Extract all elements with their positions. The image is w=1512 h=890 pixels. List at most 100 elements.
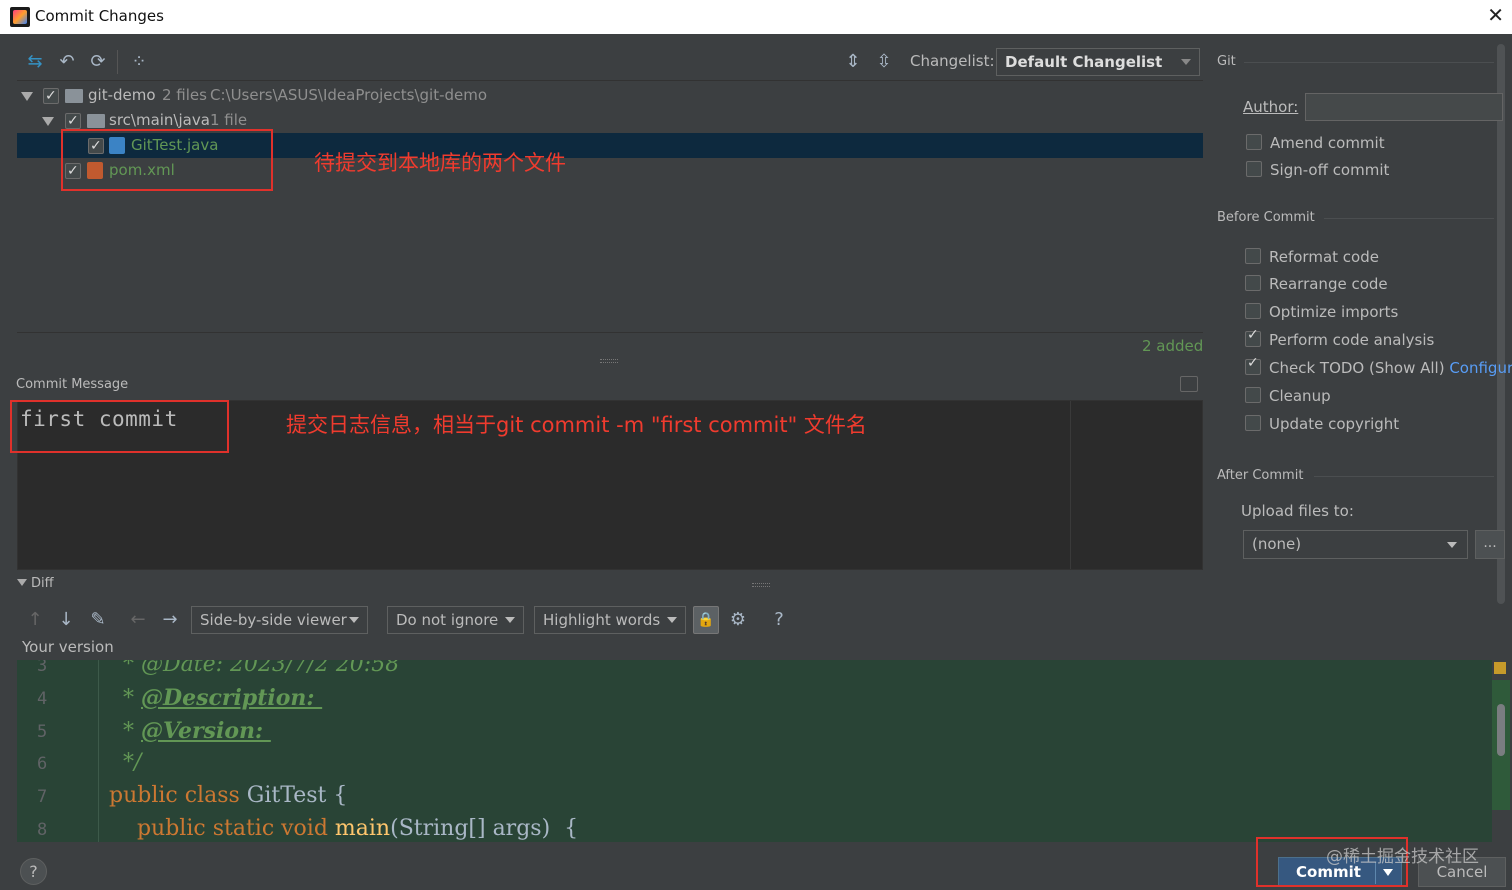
folder-icon [87, 114, 105, 128]
line-number: 3 [37, 660, 48, 676]
reformat-code-option[interactable]: Reformat code [1245, 246, 1379, 266]
added-count: 2 added [1142, 337, 1204, 355]
option-checkbox[interactable] [1245, 327, 1261, 347]
changelist-value: Default Changelist [1005, 53, 1163, 71]
expand-triangle-icon[interactable] [42, 117, 54, 126]
author-input[interactable] [1305, 93, 1503, 121]
folder-checkbox[interactable] [65, 109, 81, 134]
viewer-select[interactable]: Side-by-side viewer [191, 606, 368, 634]
next-diff-icon[interactable]: ↓ [55, 609, 77, 631]
root-name: git-demo [88, 86, 156, 104]
message-highlight-box [10, 400, 229, 453]
show-diff-icon[interactable]: ⇆ [24, 51, 46, 73]
doc-tag: @Description: [141, 685, 323, 711]
scroll-thumb[interactable] [1497, 704, 1505, 756]
close-icon[interactable]: ✕ [1487, 3, 1504, 27]
upload-value: (none) [1252, 535, 1302, 553]
watermark: @稀土掘金技术社区 [1326, 847, 1479, 867]
option-checkbox[interactable] [1245, 355, 1261, 375]
options-scrollbar[interactable] [1496, 44, 1506, 614]
doc-prefix: * [123, 686, 141, 711]
splitter-grip[interactable] [600, 359, 618, 363]
root-path: C:\Users\ASUS\IdeaProjects\git-demo [210, 86, 488, 104]
signoff-label: Sign-off commit [1270, 161, 1390, 179]
refresh-icon[interactable]: ⟳ [87, 51, 109, 73]
diff-scrollbar[interactable] [1492, 660, 1512, 842]
code-analysis-option[interactable]: Perform code analysis [1245, 327, 1435, 349]
git-section-title: Git [1217, 54, 1236, 69]
line-number: 7 [37, 787, 48, 807]
files-annotation: 待提交到本地库的两个文件 [314, 151, 566, 175]
title-bar: Commit Changes ✕ [0, 0, 1512, 34]
update-copyright-option[interactable]: Update copyright [1245, 413, 1399, 433]
amend-commit-option[interactable]: Amend commit [1246, 132, 1385, 152]
warning-marker [1494, 662, 1506, 674]
diff-code-viewer[interactable]: 3 * @Date: 2023/7/2 20:58 4 * @Descripti… [17, 660, 1492, 842]
right-margin-line [1070, 401, 1071, 569]
group-by-icon[interactable]: ⁘ [128, 51, 150, 73]
doc-prefix: * [123, 719, 141, 744]
option-label: Cleanup [1269, 387, 1331, 405]
toolbar-divider [117, 50, 118, 74]
rearrange-code-option[interactable]: Rearrange code [1245, 273, 1388, 293]
your-version-label: Your version [22, 638, 114, 656]
expand-all-icon[interactable]: ⇕ [842, 51, 864, 73]
signoff-checkbox[interactable] [1246, 161, 1262, 177]
edit-source-icon[interactable]: ✎ [87, 609, 109, 631]
section-divider [1244, 62, 1494, 63]
code-line: */ [109, 750, 141, 775]
identifier: GitTest { [246, 783, 348, 808]
code-line: * @Description: [109, 685, 322, 711]
check-todo-option[interactable]: Check TODO (Show All) Configure [1245, 355, 1512, 377]
code-text: * @Date: 2023/7/2 20:58 [123, 660, 400, 677]
root-checkbox[interactable] [43, 84, 59, 109]
prev-file-icon[interactable]: ← [127, 609, 149, 631]
option-checkbox[interactable] [1245, 248, 1261, 264]
amend-label: Amend commit [1270, 134, 1385, 152]
before-commit-title: Before Commit [1217, 210, 1315, 225]
amend-checkbox[interactable] [1246, 134, 1262, 150]
changelist-select[interactable]: Default Changelist [996, 48, 1200, 76]
option-checkbox[interactable] [1245, 387, 1261, 403]
optimize-imports-option[interactable]: Optimize imports [1245, 301, 1398, 321]
splitter-grip[interactable] [752, 583, 770, 587]
changes-tree[interactable]: git-demo 2 files C:\Users\ASUS\IdeaProje… [17, 80, 1203, 333]
help-icon[interactable]: ? [768, 609, 790, 631]
highlight-select[interactable]: Highlight words [534, 606, 686, 634]
option-checkbox[interactable] [1245, 275, 1261, 291]
code-line: public static void main(String[] args) { [109, 816, 578, 841]
scroll-thumb[interactable] [1497, 44, 1505, 604]
chevron-down-icon [1447, 542, 1457, 548]
code-text: */ [123, 750, 142, 775]
diff-label: Diff [31, 576, 54, 591]
option-label: Perform code analysis [1269, 331, 1435, 349]
code-line: * @Version: [109, 718, 271, 744]
option-label: Optimize imports [1269, 303, 1399, 321]
tree-row-root[interactable]: git-demo 2 files C:\Users\ASUS\IdeaProje… [17, 83, 1203, 109]
ignore-select[interactable]: Do not ignore [387, 606, 524, 634]
gear-icon[interactable]: ⚙ [727, 609, 749, 631]
cleanup-option[interactable]: Cleanup [1245, 385, 1331, 405]
section-divider [1324, 218, 1494, 219]
diff-section-toggle[interactable]: Diff [17, 576, 54, 591]
next-file-icon[interactable]: → [159, 609, 181, 631]
keyword: public class [109, 783, 247, 808]
configure-link[interactable]: Configure [1449, 359, 1512, 377]
rollback-icon[interactable]: ↶ [56, 51, 78, 73]
prev-diff-icon[interactable]: ↑ [24, 609, 46, 631]
history-icon[interactable] [1180, 376, 1198, 392]
expand-triangle-icon[interactable] [21, 92, 33, 101]
option-label: Reformat code [1269, 248, 1379, 266]
option-checkbox[interactable] [1245, 303, 1261, 319]
lock-icon[interactable]: 🔒 [693, 606, 719, 634]
help-button[interactable]: ? [20, 858, 47, 885]
upload-browse-button[interactable]: ... [1475, 530, 1505, 559]
signoff-commit-option[interactable]: Sign-off commit [1246, 159, 1389, 179]
message-annotation: 提交日志信息，相当于git commit -m "first commit" 文… [286, 413, 867, 437]
line-number: 5 [37, 722, 48, 742]
upload-select[interactable]: (none) [1243, 530, 1468, 559]
chevron-down-icon [667, 617, 677, 623]
collapse-all-icon[interactable]: ⇳ [873, 51, 895, 73]
after-commit-title: After Commit [1217, 468, 1304, 483]
option-checkbox[interactable] [1245, 415, 1261, 431]
